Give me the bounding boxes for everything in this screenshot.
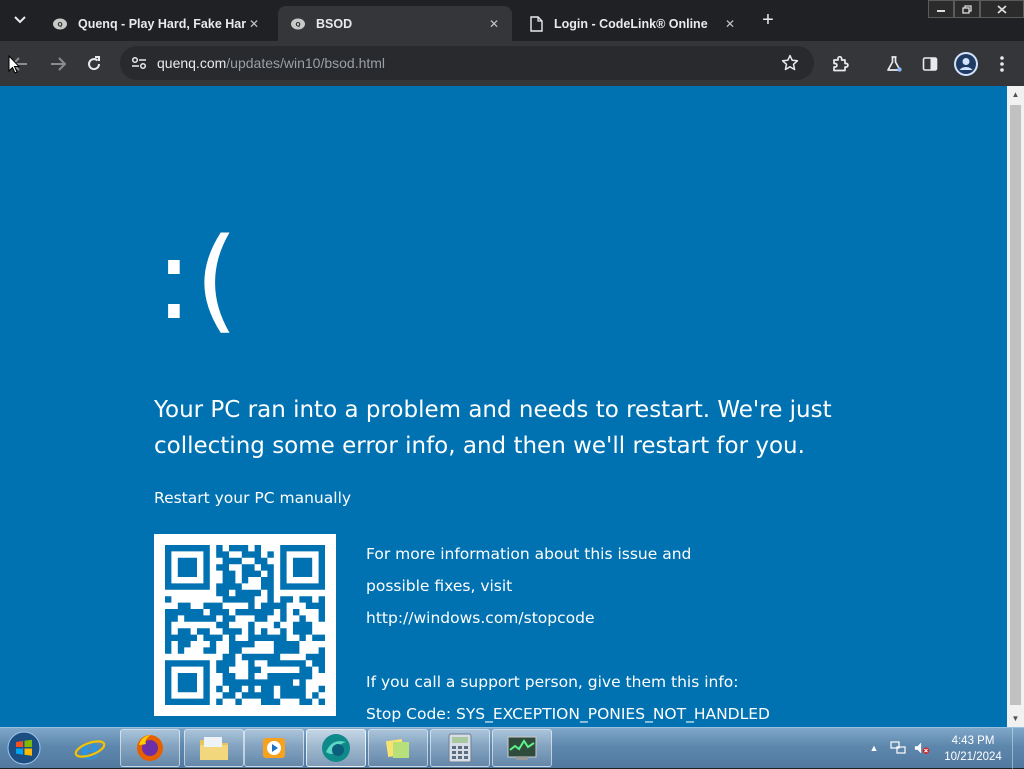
windows-taskbar: e ▲ 4:43 PM 10/21/2024 [0, 727, 1024, 769]
show-desktop-button[interactable] [1012, 728, 1024, 769]
site-info-icon[interactable] [130, 54, 148, 72]
reload-icon[interactable] [80, 50, 108, 78]
system-tray: ▲ 4:43 PM 10/21/2024 [866, 728, 1024, 769]
vertical-scrollbar[interactable]: ▲ ▼ [1007, 86, 1024, 727]
restart-manually-text: Restart your PC manually [154, 489, 352, 507]
network-icon[interactable] [890, 741, 906, 755]
svg-text:Q: Q [57, 21, 62, 28]
system-monitor-icon[interactable] [492, 729, 552, 767]
tab-strip: Q Quenq - Play Hard, Fake Harder ✕ Q BSO… [0, 0, 1024, 41]
tab-title: BSOD [316, 16, 353, 31]
stopcode-link[interactable]: http://windows.com/stopcode [366, 602, 866, 634]
tab-quenq[interactable]: Q Quenq - Play Hard, Fake Harder ✕ [40, 6, 272, 41]
bookmark-star-icon[interactable] [780, 53, 800, 73]
sad-face-emoticon: :( [155, 215, 241, 345]
scroll-up-arrow-icon[interactable]: ▲ [1007, 86, 1024, 103]
tab-bsod[interactable]: Q BSOD ✕ [278, 6, 512, 41]
show-hidden-icons-icon[interactable]: ▲ [866, 741, 882, 755]
firefox-icon[interactable] [120, 729, 180, 767]
side-panel-icon[interactable] [916, 50, 944, 78]
document-favicon-icon [528, 15, 544, 32]
close-tab-icon[interactable]: ✕ [722, 16, 738, 32]
close-tab-icon[interactable]: ✕ [486, 16, 502, 32]
scrollbar-thumb[interactable] [1010, 105, 1021, 705]
tab-search-chevron-icon[interactable] [6, 7, 34, 33]
internet-explorer-icon[interactable]: e [60, 729, 120, 767]
bsod-favicon-icon: Q [290, 16, 306, 32]
restore-icon[interactable] [954, 0, 980, 18]
tab-codelink-login[interactable]: Login - CodeLink® Online ✕ [516, 6, 748, 41]
address-bar[interactable]: quenq.com/updates/win10/bsod.html [120, 46, 814, 80]
sticky-notes-icon[interactable] [368, 729, 428, 767]
minimize-icon[interactable] [928, 0, 954, 18]
profile-avatar-icon[interactable] [954, 52, 978, 76]
taskbar-clock[interactable]: 4:43 PM 10/21/2024 [940, 733, 1006, 765]
close-tab-icon[interactable]: ✕ [246, 16, 262, 32]
svg-text:Q: Q [295, 21, 300, 28]
qr-code [154, 534, 336, 716]
qr-code-image [165, 545, 325, 705]
window-controls [928, 0, 1024, 18]
url-host: quenq.com [157, 55, 227, 71]
error-headline: Your PC ran into a problem and needs to … [154, 397, 832, 459]
clock-date: 10/21/2024 [944, 751, 1002, 763]
start-orb-icon[interactable] [4, 730, 44, 766]
media-player-icon[interactable] [244, 729, 304, 767]
labs-flask-icon[interactable] [880, 50, 908, 78]
scroll-down-arrow-icon[interactable]: ▼ [1007, 710, 1024, 727]
menu-kebab-icon[interactable] [988, 50, 1016, 78]
bsod-page: :( Your PC ran into a problem and needs … [0, 86, 1007, 727]
url-path: /updates/win10/bsod.html [226, 55, 386, 71]
volume-muted-icon[interactable] [914, 741, 930, 755]
qr-modules [165, 545, 325, 705]
stop-code-line: Stop Code: SYS_EXCEPTION_PONIES_NOT_HAND… [366, 705, 770, 723]
support-info-line: If you call a support person, give them … [366, 673, 739, 691]
extensions-puzzle-icon[interactable] [826, 50, 854, 78]
close-window-icon[interactable] [980, 0, 1024, 18]
info-block: For more information about this issue an… [366, 538, 866, 727]
tab-title: Quenq - Play Hard, Fake Harder [78, 16, 246, 31]
mouse-cursor-icon [8, 55, 20, 74]
url-text[interactable]: quenq.com/updates/win10/bsod.html [157, 55, 385, 71]
browser-toolbar: quenq.com/updates/win10/bsod.html [0, 41, 1024, 86]
file-explorer-icon[interactable] [184, 729, 244, 767]
clock-time: 4:43 PM [951, 735, 995, 747]
info-line-1: For more information about this issue an… [366, 545, 692, 563]
tab-title: Login - CodeLink® Online [554, 16, 708, 31]
svg-text:e: e [80, 733, 99, 763]
forward-arrow-icon[interactable] [44, 50, 72, 78]
quenq-favicon-icon: Q [52, 16, 68, 32]
browser-app-icon[interactable] [306, 729, 366, 767]
info-line-2: possible fixes, visit [366, 577, 513, 595]
calculator-icon[interactable] [430, 729, 490, 767]
new-tab-icon[interactable]: + [756, 8, 780, 32]
